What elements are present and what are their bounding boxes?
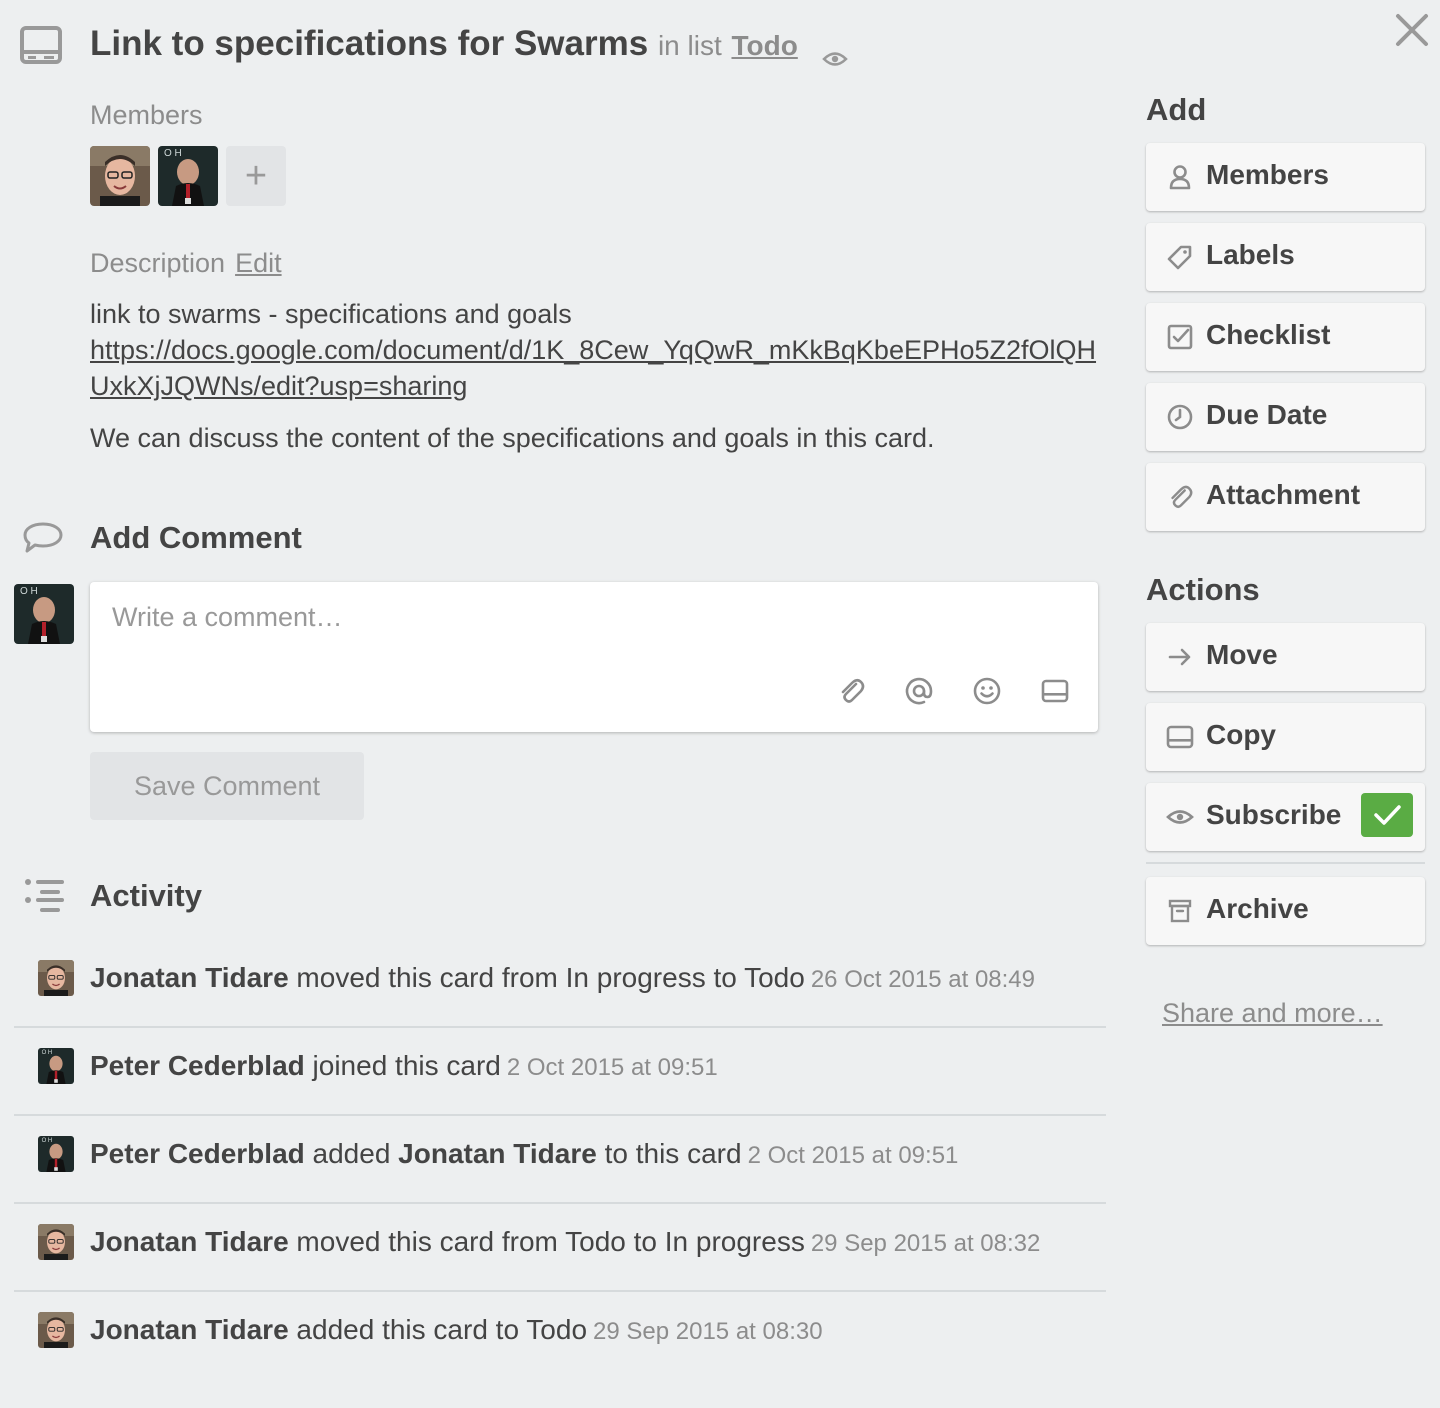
attachment-button-label: Attachment: [1206, 479, 1361, 510]
attachment-button[interactable]: Attachment: [1146, 463, 1425, 531]
activity-actor[interactable]: Jonatan Tidare: [90, 1314, 289, 1345]
list-item: Peter Cederblad added Jonatan Tidare to …: [14, 1116, 1106, 1204]
avatar[interactable]: [38, 1224, 74, 1260]
list-item: Jonatan Tidare added this card to Todo 29…: [14, 1292, 1106, 1380]
actions-heading: Actions: [1146, 572, 1260, 607]
activity-actor[interactable]: Jonatan Tidare: [90, 962, 289, 993]
eye-icon: [1166, 803, 1194, 831]
save-comment-button[interactable]: Save Comment: [90, 752, 364, 820]
members-label: Members: [90, 100, 203, 130]
members-button-label: Members: [1206, 159, 1329, 190]
avatar: [14, 584, 74, 644]
eye-icon: [821, 37, 848, 66]
divider: [1146, 862, 1425, 864]
labels-button[interactable]: Labels: [1146, 223, 1425, 291]
comment-input[interactable]: [112, 602, 1072, 672]
avatar[interactable]: [158, 146, 218, 206]
activity-text: moved this card from In progress to Todo: [288, 962, 805, 993]
activity-actor[interactable]: Peter Cederblad: [90, 1050, 305, 1081]
description-line: We can discuss the content of the specif…: [90, 423, 935, 453]
mention-icon[interactable]: [904, 676, 934, 706]
attachment-icon: [1166, 483, 1194, 511]
subscribe-button-label: Subscribe: [1206, 799, 1342, 830]
close-icon[interactable]: [1394, 12, 1430, 48]
due-date-button-label: Due Date: [1206, 399, 1328, 430]
plus-icon: +: [244, 154, 268, 197]
arrow-right-icon: [1166, 643, 1194, 671]
description-label: Description: [90, 248, 226, 278]
emoji-icon[interactable]: [972, 676, 1002, 706]
activity-icon: [24, 878, 66, 914]
activity-date[interactable]: 2 Oct 2015 at 09:51: [507, 1054, 718, 1081]
activity-text: joined this card: [304, 1050, 501, 1081]
archive-button[interactable]: Archive: [1146, 877, 1425, 945]
list-item: Peter Cederblad joined this card 2 Oct 20…: [14, 1028, 1106, 1116]
card-icon: [20, 26, 62, 64]
subscribe-button[interactable]: Subscribe: [1146, 783, 1425, 851]
members-button[interactable]: Members: [1146, 143, 1425, 211]
archive-button-label: Archive: [1206, 893, 1309, 924]
activity-date[interactable]: 26 Oct 2015 at 08:49: [811, 966, 1035, 993]
activity-date[interactable]: 2 Oct 2015 at 09:51: [748, 1142, 959, 1169]
activity-text: added this card to Todo: [288, 1314, 588, 1345]
comment-box: [90, 582, 1098, 732]
description-body: link to swarms - specifications and goal…: [90, 296, 1110, 456]
clock-icon: [1166, 403, 1194, 431]
description-header: Description Edit: [90, 248, 282, 279]
comment-icon: [22, 520, 64, 556]
checklist-icon: [1166, 323, 1194, 351]
archive-icon: [1166, 897, 1194, 925]
checklist-button[interactable]: Checklist: [1146, 303, 1425, 371]
avatar[interactable]: [38, 1136, 74, 1172]
move-button[interactable]: Move: [1146, 623, 1425, 691]
check-icon: [1361, 793, 1413, 837]
card-icon: [1166, 723, 1194, 751]
activity-text: added: [304, 1138, 399, 1169]
activity-date[interactable]: 29 Sep 2015 at 08:30: [593, 1318, 823, 1345]
move-button-label: Move: [1206, 639, 1278, 670]
due-date-button[interactable]: Due Date: [1146, 383, 1425, 451]
share-and-more-link[interactable]: Share and more…: [1162, 998, 1383, 1029]
list-item: Jonatan Tidare moved this card from Todo…: [14, 1204, 1106, 1292]
add-heading: Add: [1146, 92, 1207, 127]
card-link-icon[interactable]: [1040, 676, 1070, 706]
attachment-icon[interactable]: [836, 676, 866, 706]
description-line: link to swarms - specifications and goal…: [90, 299, 572, 329]
avatar[interactable]: [38, 960, 74, 996]
activity-date[interactable]: 29 Sep 2015 at 08:32: [811, 1230, 1041, 1257]
list-item: Jonatan Tidare moved this card from In p…: [14, 940, 1106, 1028]
activity-heading: Activity: [90, 878, 202, 913]
avatar[interactable]: [38, 1312, 74, 1348]
avatar[interactable]: [38, 1048, 74, 1084]
checklist-button-label: Checklist: [1206, 319, 1331, 350]
add-comment-heading: Add Comment: [90, 520, 302, 555]
card-title[interactable]: Link to specifications for Swarms: [90, 24, 648, 63]
description-link[interactable]: https://docs.google.com/document/d/1K_8C…: [90, 335, 1096, 401]
activity-text: to this card: [596, 1138, 742, 1169]
activity-target[interactable]: Jonatan Tidare: [398, 1138, 597, 1169]
copy-button[interactable]: Copy: [1146, 703, 1425, 771]
label-icon: [1166, 243, 1194, 271]
labels-button-label: Labels: [1206, 239, 1295, 270]
add-member-button[interactable]: +: [226, 146, 286, 206]
description-edit-link[interactable]: Edit: [235, 248, 282, 278]
activity-text: moved this card from Todo to In progress: [288, 1226, 805, 1257]
list-link[interactable]: Todo: [731, 30, 797, 61]
copy-button-label: Copy: [1206, 719, 1276, 750]
card-title-line: Link to specifications for Swarms in lis…: [90, 24, 848, 66]
avatar[interactable]: [90, 146, 150, 206]
person-icon: [1166, 163, 1194, 191]
activity-actor[interactable]: Peter Cederblad: [90, 1138, 305, 1169]
activity-actor[interactable]: Jonatan Tidare: [90, 1226, 289, 1257]
in-list-prefix: in list: [657, 30, 722, 61]
